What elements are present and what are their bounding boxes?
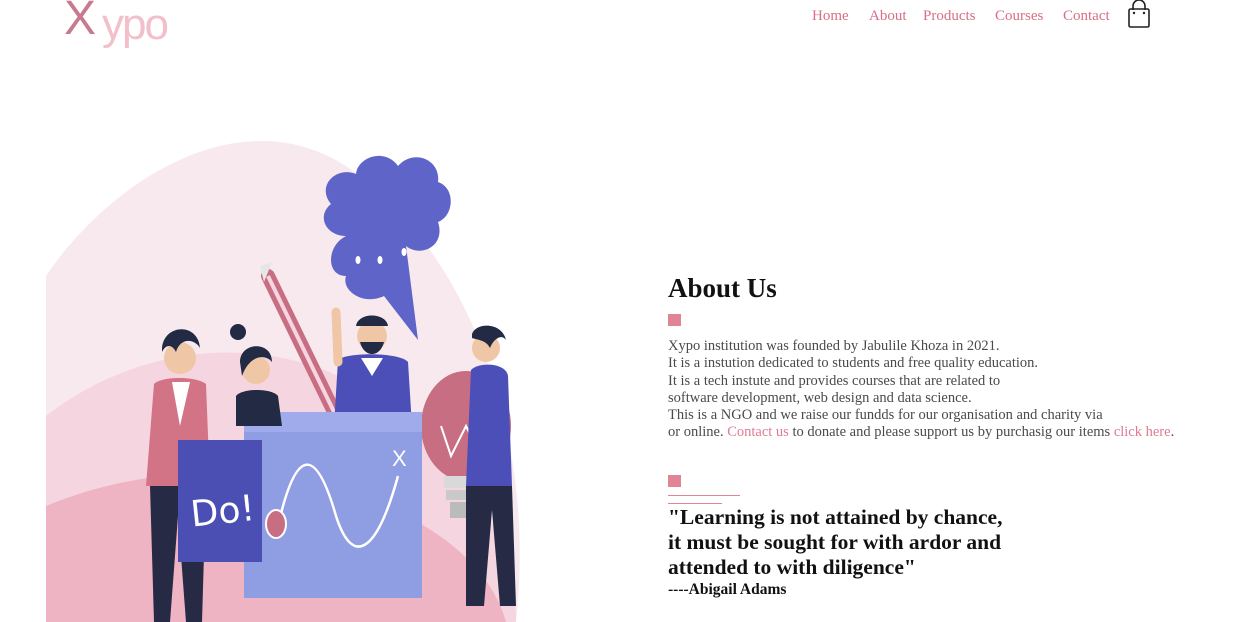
about-last-mid: to donate and please support us by purch… [788,424,1114,441]
click-here-link[interactable]: click here [1114,424,1171,440]
about-last-pre: or online. [668,424,728,441]
quote-line: it must be sought for with ardor and [668,530,1002,554]
nav-products-link[interactable]: Products [923,6,976,26]
brand-logo[interactable]: X ypo [64,0,176,52]
shopping-bag-icon[interactable] [1126,0,1152,30]
quote-divider-line [668,495,740,496]
about-last-post: . [1170,424,1175,441]
about-line: It is a tech instute and provides course… [668,372,1001,389]
quote-divider-line-short [668,503,722,504]
about-line: software development, web design and dat… [668,389,972,406]
contact-us-link[interactable]: Contact us [727,424,789,440]
quote-line: "Learning is not attained by chance, [668,505,1003,529]
quote-line: attended to with diligence" [668,555,916,579]
about-paragraph: Xypo institution was founded by Jabulile… [668,338,1208,442]
accent-square-about [668,314,681,326]
logo-x-letter: X [64,0,97,45]
nav-courses-link[interactable]: Courses [995,6,1043,26]
accent-square-quote [668,475,681,487]
about-line: It is a instution dedicated to students … [668,355,1039,372]
about-line-last: or online. Contact us to donate and plea… [668,424,1208,441]
board-x-mark: X [392,446,407,471]
quote-block: "Learning is not attained by chance, it … [668,505,1002,580]
about-line: This is a NGO and we raise our fundds fo… [668,407,1103,424]
nav-about-link[interactable]: About [869,6,907,26]
nav-home-link[interactable]: Home [812,6,849,26]
hero-illustration: X Do! [46,126,536,622]
whiteboard-icon: X [244,412,422,598]
nav-contact-link[interactable]: Contact [1063,6,1110,26]
do-sign-text: Do! [189,488,257,535]
do-sign-icon: Do! [178,440,262,562]
about-line: Xypo institution was founded by Jabulile… [668,338,1000,354]
logo-wordmark: ypo [102,0,169,49]
quote-author: ----Abigail Adams [668,581,787,598]
about-title: About Us [668,273,777,303]
